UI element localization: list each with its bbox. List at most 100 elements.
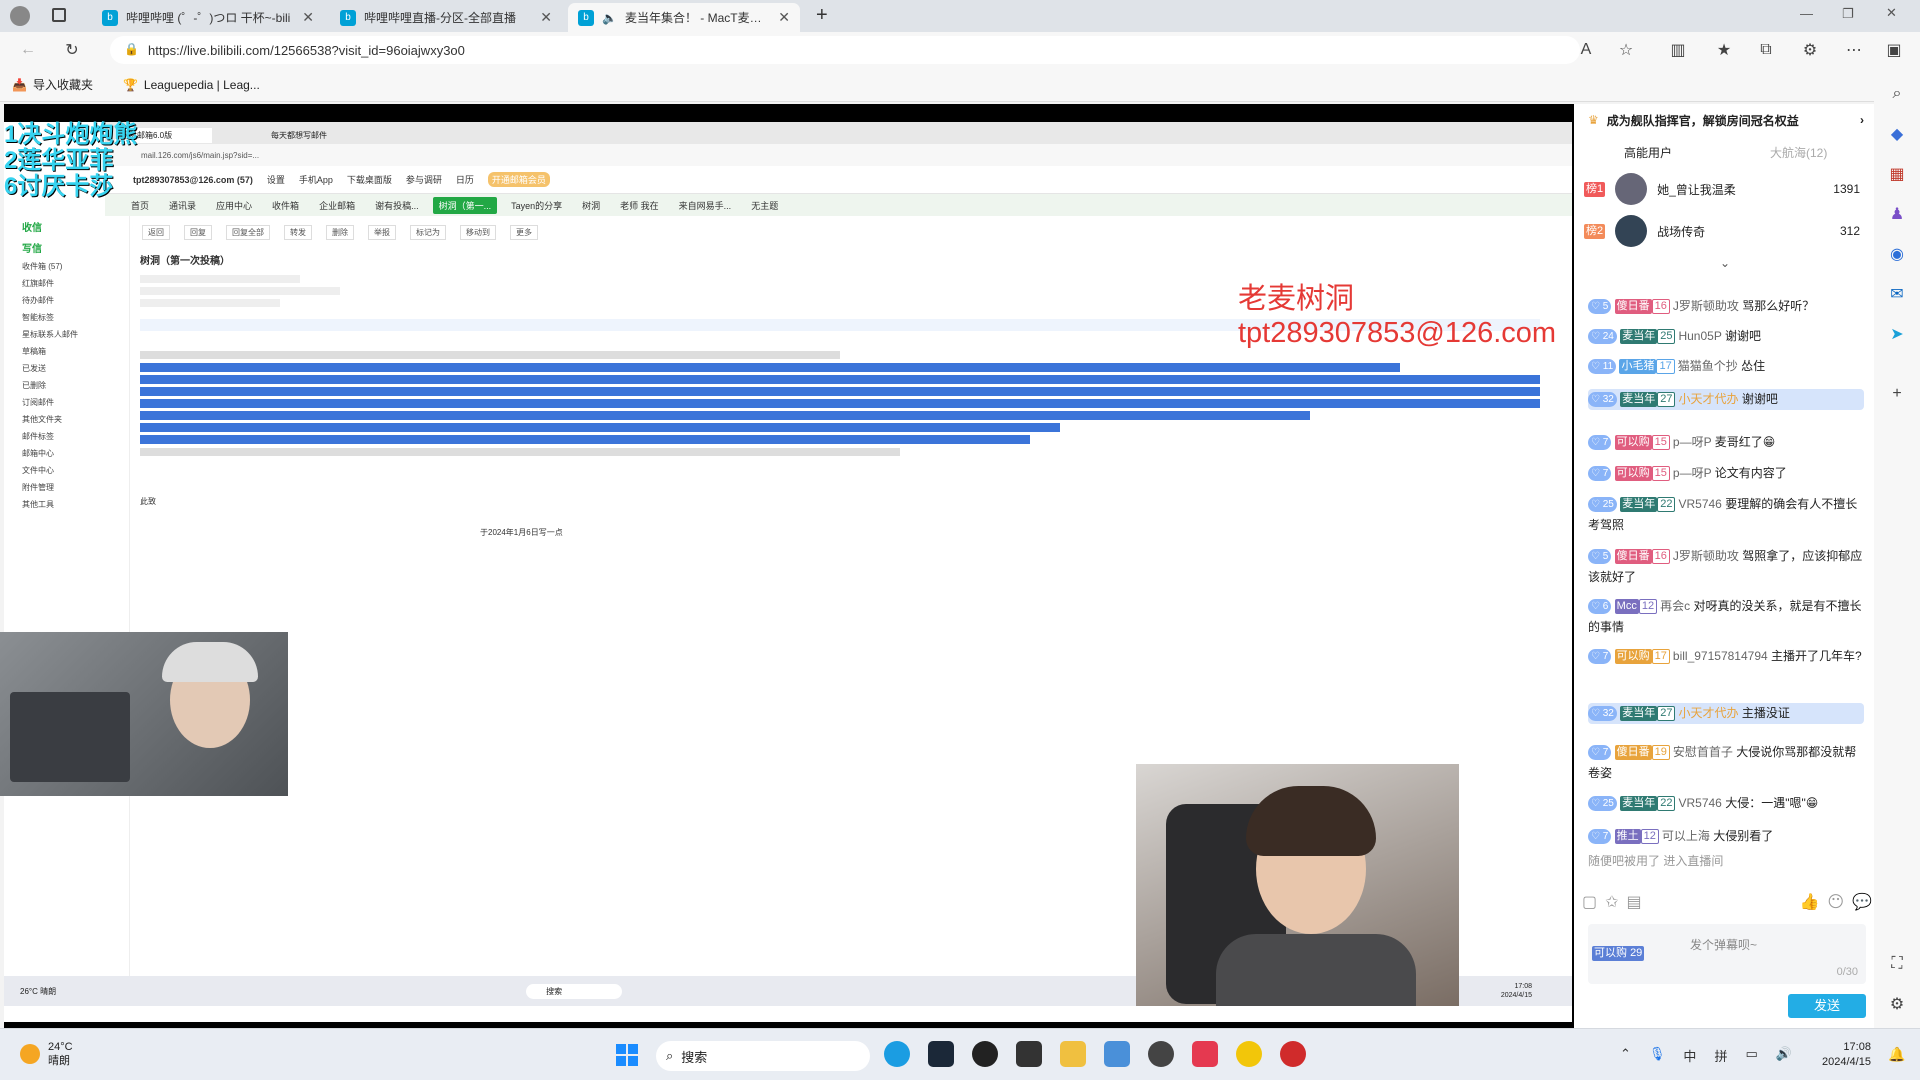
danmaku-user[interactable]: Hun05P	[1678, 329, 1721, 343]
add-icon[interactable]: +	[1885, 382, 1909, 406]
mail-tab[interactable]: 通讯录	[163, 197, 202, 214]
mail-tab[interactable]: 收件箱	[266, 197, 305, 214]
mail-tab[interactable]: 老师 我在	[614, 197, 665, 214]
start-icon[interactable]	[616, 1044, 638, 1066]
danmaku-user[interactable]: 再会c	[1660, 599, 1690, 613]
mail-toolbar-button[interactable]: 回复全部	[226, 224, 270, 240]
danmaku-user[interactable]: 猫猫鱼个抄	[1678, 359, 1738, 373]
mail-folder[interactable]: 附件管理	[4, 479, 129, 496]
thumbs-up-icon[interactable]: 👍	[1799, 892, 1819, 916]
clock[interactable]: 17:08 2024/4/15	[1822, 1040, 1871, 1070]
danmaku-user[interactable]: p—呀P	[1673, 466, 1711, 480]
mail-toolbar-button[interactable]: 移动到	[460, 224, 496, 240]
danmaku-user[interactable]: J罗斯顿助攻	[1673, 299, 1739, 313]
mail-tab[interactable]: 树洞	[576, 197, 606, 214]
mail-folder[interactable]: 邮箱中心	[4, 445, 129, 462]
favorite-leaguepedia[interactable]: 🏆 Leaguepedia | Leag...	[123, 78, 260, 92]
favorites-icon[interactable]: ★	[1712, 38, 1736, 62]
mail-toolbar-button[interactable]: 标记为	[410, 224, 446, 240]
sidebar-toggle-icon[interactable]: ▣	[1882, 38, 1906, 62]
mail-toolbar-button[interactable]: 转发	[284, 224, 312, 240]
danmaku-item[interactable]: ♡ 25 麦当年 22 VR5746 大侵：一遇"嗯"😁	[1588, 793, 1864, 814]
refresh-icon[interactable]: ↻	[60, 38, 84, 62]
mail-tab[interactable]: 无主题	[745, 197, 784, 214]
mail-folder[interactable]: 收信	[4, 216, 129, 237]
mail-folder[interactable]: 红旗邮件	[4, 275, 129, 292]
danmaku-user[interactable]: J罗斯顿助攻	[1673, 549, 1739, 563]
danmaku-item[interactable]: ♡ 24 麦当年 25 Hun05P 谢谢吧	[1588, 326, 1864, 347]
mail-tab[interactable]: 树洞（第一...	[432, 196, 498, 214]
danmaku-item[interactable]: ♡ 25 麦当年 22 VR5746 要理解的确会有人不擅长考驾照	[1588, 494, 1864, 536]
danmaku-user[interactable]: VR5746	[1678, 497, 1721, 511]
bubble-icon[interactable]: 💬	[1852, 892, 1872, 916]
mail-tab[interactable]: 应用中心	[210, 197, 258, 214]
mail-folder[interactable]: 草稿箱	[4, 343, 129, 360]
tab-high-energy[interactable]: 高能用户	[1624, 144, 1672, 161]
qq-icon[interactable]	[972, 1041, 998, 1067]
danmaku-user[interactable]: VR5746	[1678, 796, 1721, 810]
split-screen-icon[interactable]: ▥	[1666, 38, 1690, 62]
danmaku-item[interactable]: ♡ 7 可以购 15 p—呀P 论文有内容了	[1588, 463, 1864, 484]
network-icon[interactable]: ▭	[1745, 1046, 1757, 1065]
danmaku-user[interactable]: 安慰首首子	[1673, 745, 1733, 759]
obs-icon[interactable]	[1148, 1041, 1174, 1067]
danmaku-user[interactable]: bill_97157814794	[1673, 649, 1768, 663]
send-icon[interactable]: ➤	[1885, 322, 1909, 346]
danmaku-item[interactable]: ♡ 6 Mcc 12 再会c 对呀真的没关系，就是有不擅长的事情	[1588, 596, 1864, 638]
outlook-icon[interactable]: ✉	[1885, 282, 1909, 306]
favorite-star-icon[interactable]: ☆	[1614, 38, 1638, 62]
notification-icon[interactable]: 🔔	[1888, 1046, 1905, 1063]
mail-toolbar-button[interactable]: 删除	[326, 224, 354, 240]
close-tab-icon[interactable]: ✕	[540, 9, 552, 26]
danmaku-user[interactable]: 小天才代办	[1678, 392, 1738, 406]
close-window-icon[interactable]: ✕	[1886, 5, 1897, 21]
url-field[interactable]: 🔒 https://live.bilibili.com/12566538?vis…	[110, 36, 1580, 64]
mail-tab[interactable]: 企业邮箱	[313, 197, 361, 214]
mail-folder[interactable]: 订阅邮件	[4, 394, 129, 411]
chrome-icon[interactable]	[1236, 1041, 1262, 1067]
mail-folder[interactable]: 其他文件夹	[4, 411, 129, 428]
screenshot-icon[interactable]: ⛶	[1885, 952, 1909, 976]
danmaku-item[interactable]: ♡ 7 推土 12 可以上海 大侵别看了	[1588, 826, 1864, 847]
danmaku-item[interactable]: ♡ 32 麦当年 27 小天才代办 主播没证	[1588, 703, 1864, 724]
app-icon[interactable]	[1016, 1041, 1042, 1067]
speaker-icon[interactable]: 🔈	[602, 11, 617, 25]
mail-tab[interactable]: 谢有投稿...	[369, 197, 425, 214]
copilot-icon[interactable]: ◆	[1885, 122, 1909, 146]
send-button[interactable]: 发送	[1788, 994, 1866, 1018]
danmaku-user[interactable]: 可以上海	[1662, 829, 1710, 843]
chevron-up-icon[interactable]: ⌃	[1620, 1046, 1631, 1065]
volume-icon[interactable]: 🔊	[1776, 1046, 1792, 1065]
weather-widget[interactable]: 24°C 晴朗	[20, 1040, 73, 1068]
danmaku-item[interactable]: ♡ 11 小毛猪 17 猫猫鱼个抄 怂住	[1588, 356, 1864, 377]
mail-folder[interactable]: 收件箱 (57)	[4, 258, 129, 275]
chevron-down-icon[interactable]: ⌄	[1720, 256, 1730, 270]
read-aloud-icon[interactable]: A	[1574, 38, 1598, 62]
extensions-icon[interactable]: ⚙	[1798, 38, 1822, 62]
mail-folder[interactable]: 邮件标签	[4, 428, 129, 445]
tab-guard[interactable]: 大航海(12)	[1770, 144, 1827, 161]
tab-actions-icon[interactable]	[52, 8, 66, 22]
new-tab-icon[interactable]: +	[816, 4, 828, 27]
mail-tab[interactable]: Tayen的分享	[505, 197, 568, 214]
danmaku-item[interactable]: ♡ 32 麦当年 27 小天才代办 谢谢吧	[1588, 389, 1864, 410]
back-icon[interactable]: ←	[16, 38, 40, 62]
close-tab-icon[interactable]: ✕	[302, 9, 314, 26]
minimize-icon[interactable]: —	[1800, 6, 1813, 21]
netease-icon[interactable]	[1280, 1041, 1306, 1067]
profile-avatar[interactable]	[10, 6, 30, 26]
like-icon[interactable]: ✩	[1605, 892, 1618, 916]
mail-folder[interactable]: 星标联系人邮件	[4, 326, 129, 343]
danmaku-item[interactable]: ♡ 7 可以购 17 bill_97157814794 主播开了几年车?	[1588, 646, 1864, 667]
mail-tab[interactable]: 来自网易手...	[673, 197, 738, 214]
tab-live-room[interactable]: b 🔈 麦当年集合！ - MacT麦克雷 ✕	[568, 3, 800, 32]
guard-promo[interactable]: ♛ 成为舰队指挥官，解锁房间冠名权益 ›	[1588, 108, 1864, 132]
edge-icon[interactable]	[884, 1041, 910, 1067]
mail-folder[interactable]: 写信	[4, 237, 129, 258]
mail-toolbar-button[interactable]: 返回	[142, 224, 170, 240]
search-icon[interactable]: ⌕	[1885, 82, 1909, 106]
gift-icon[interactable]: ▢	[1582, 892, 1597, 916]
taskbar-search[interactable]: ⌕ 搜索	[656, 1041, 870, 1071]
ime-mode[interactable]: 拼	[1714, 1046, 1727, 1065]
collections-icon[interactable]: ⧉	[1754, 38, 1778, 62]
